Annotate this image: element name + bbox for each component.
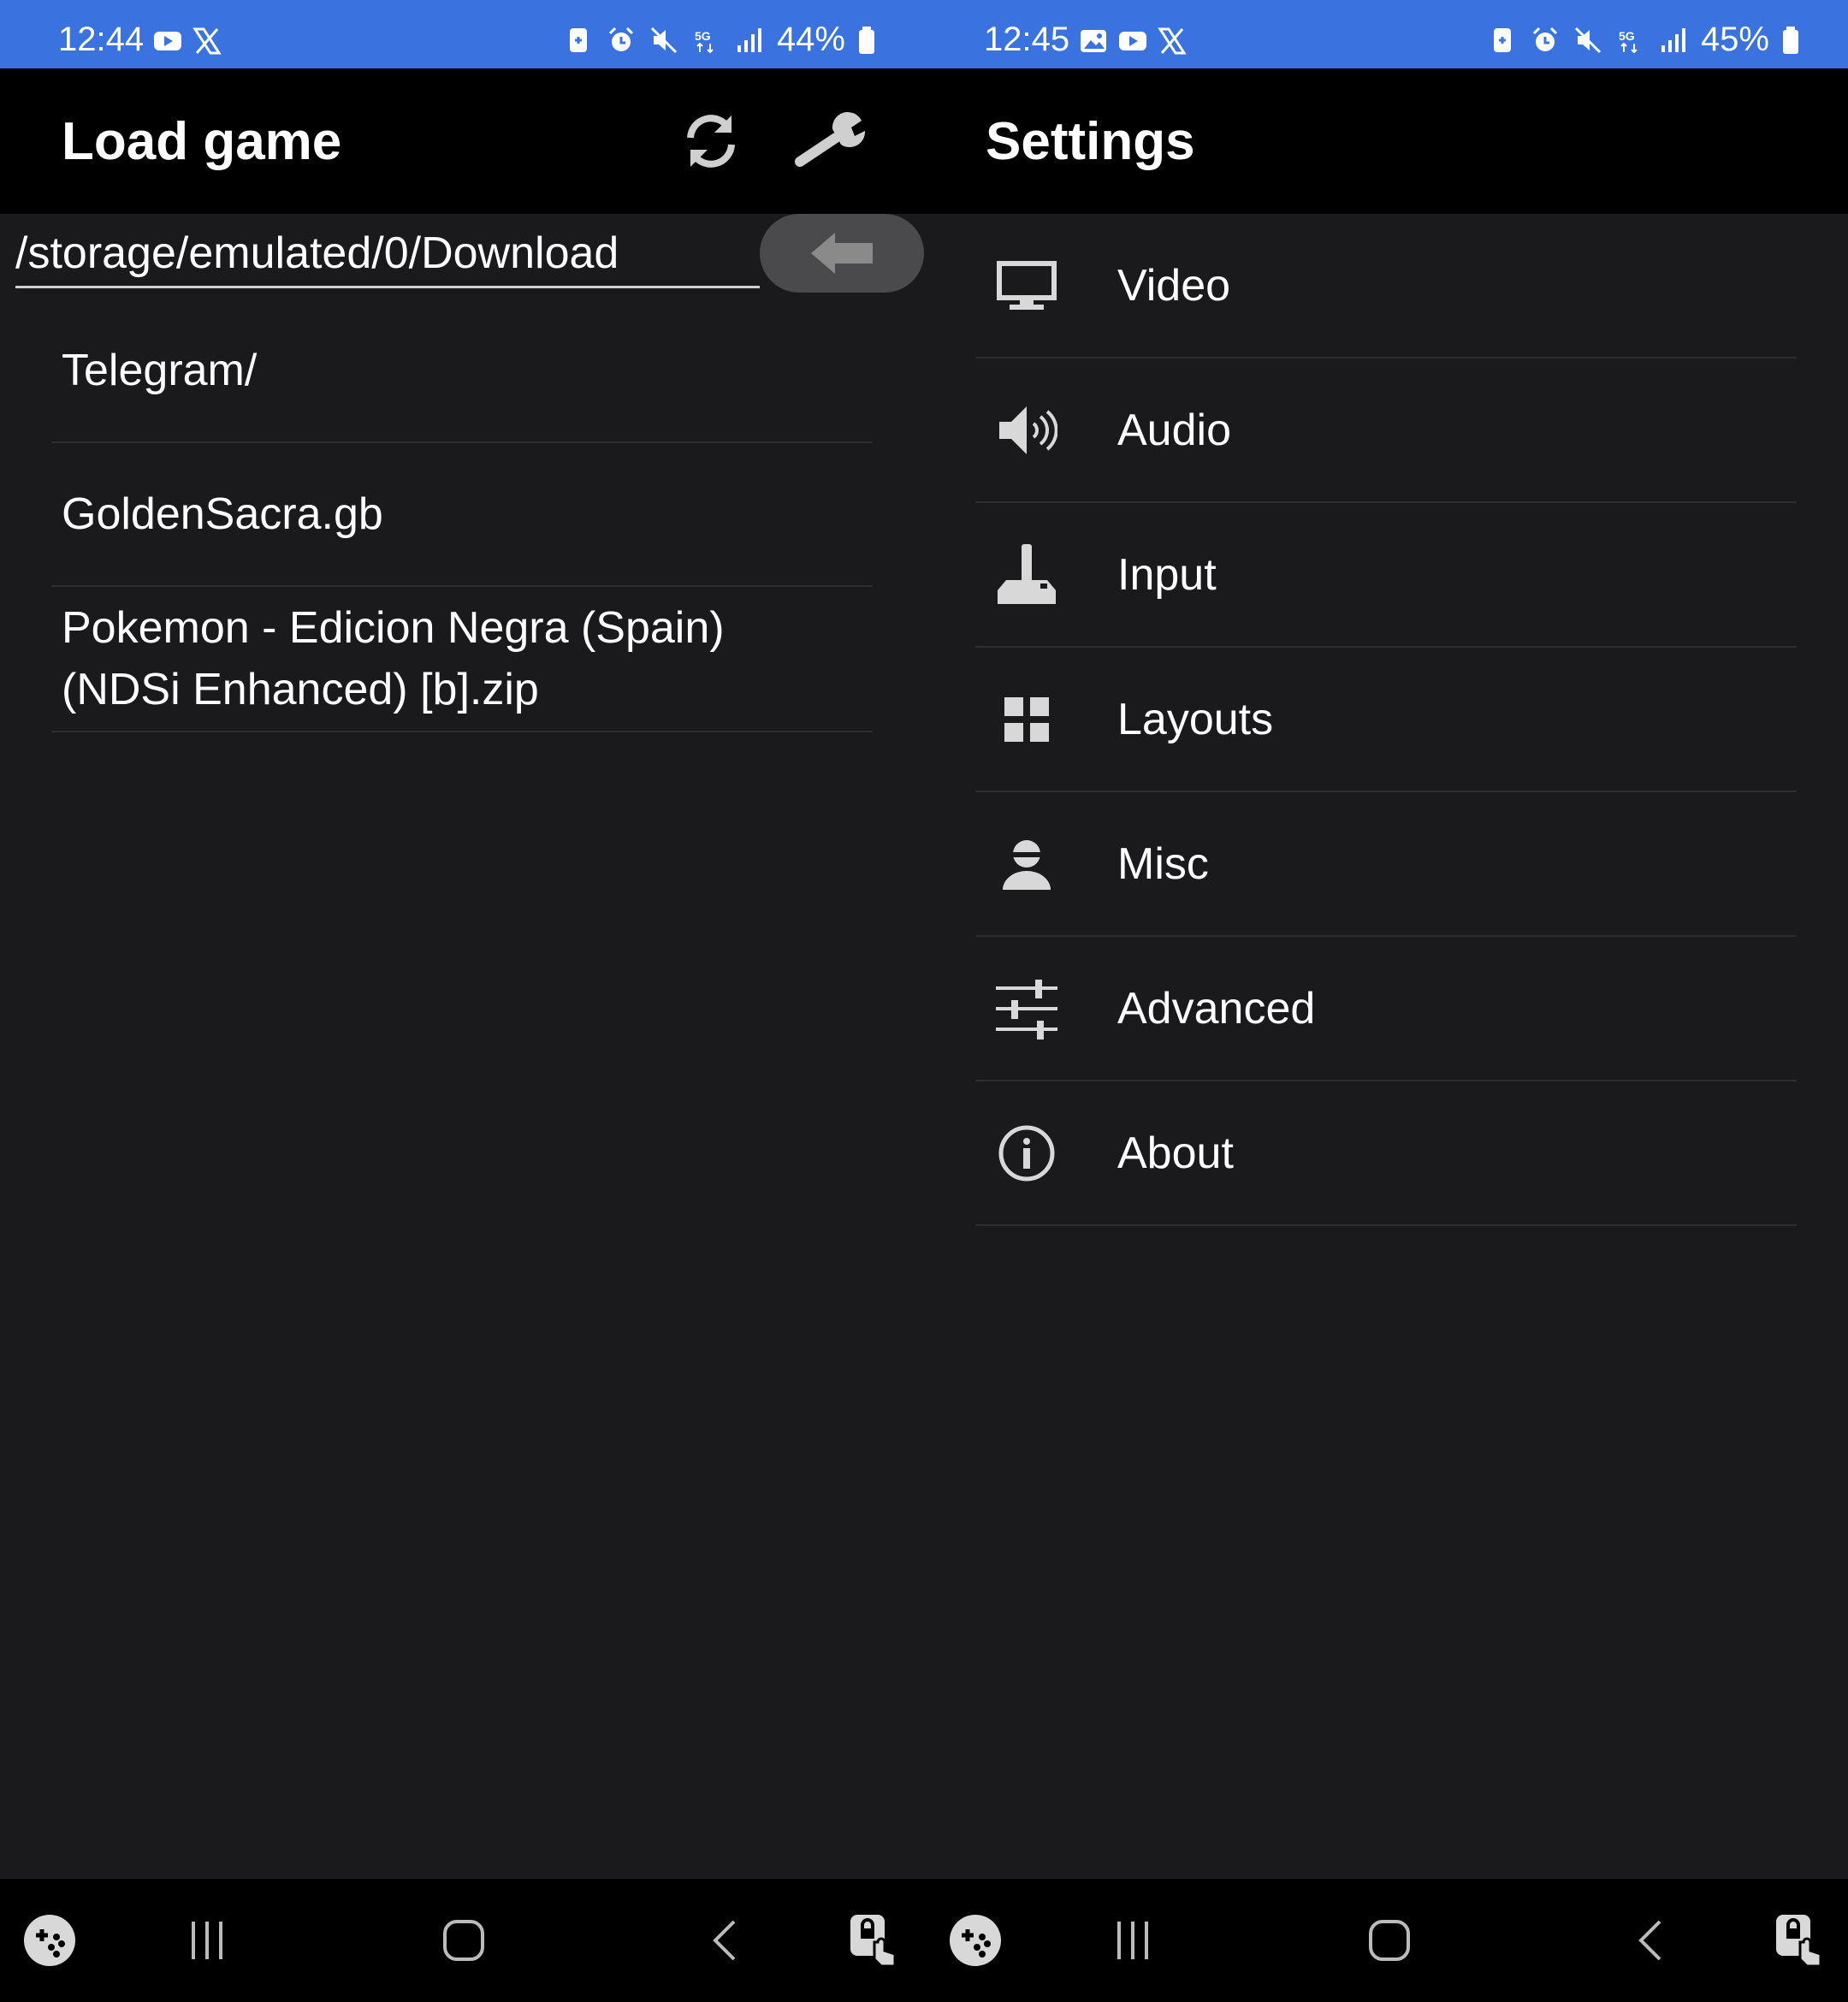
monitor-icon [992,252,1061,320]
settings-item-advanced[interactable]: Advanced [975,937,1797,1081]
sliders-icon [992,974,1061,1043]
back-chevron-icon [713,1920,736,1961]
home-button[interactable] [1359,1910,1420,1971]
list-item[interactable]: Telegram/ [51,299,873,443]
gamepad-icon [950,1915,1001,1966]
battery-saver-icon [569,27,587,52]
home-icon [1369,1920,1410,1961]
status-bar: 12:44 5G 44% [0,0,924,68]
page-title: Load game [62,112,342,171]
battery-icon [859,26,874,54]
youtube-icon [1119,32,1146,50]
navigation-bar [0,1879,924,2002]
settings-item-misc[interactable]: Misc [975,792,1797,937]
game-tools-button[interactable] [945,1910,1006,1971]
file-name: Pokemon - Edicion Negra (Spain) (NDSi En… [62,603,725,714]
file-name: GoldenSacra.gb [62,489,383,539]
mute-icon [1574,27,1601,53]
settings-item-label: Advanced [1117,983,1316,1034]
settings-item-video[interactable]: Video [975,214,1797,358]
svg-text:5G: 5G [1619,29,1635,43]
settings-item-about[interactable]: About [975,1081,1797,1226]
wrench-icon [795,112,866,167]
path-row [0,214,924,299]
path-input[interactable] [15,221,760,288]
load-game-screen: 12:44 5G 44% Load game /storage/emulated… [0,0,924,2002]
youtube-icon [154,32,181,50]
app-bar: Settings [924,68,1848,214]
home-icon [443,1920,484,1961]
touch-lock-icon [850,1915,897,1968]
app-bar: Load game [0,68,924,214]
5g-icon: 5G [1619,29,1638,53]
parent-directory-button[interactable] [760,214,924,293]
navigation-bar [924,1879,1848,2002]
refresh-icon [687,115,735,168]
page-title: Settings [986,112,1195,171]
battery-saver-icon [1493,27,1511,52]
battery-percent: 44% [776,21,845,58]
signal-icon [737,27,761,52]
5g-icon: 5G [695,29,714,53]
recents-icon [1117,1922,1148,1959]
settings-item-label: About [1117,1128,1234,1178]
settings-wrench-button[interactable] [792,103,869,180]
touch-lock-button[interactable] [1768,1910,1829,1971]
settings-item-label: Audio [1117,405,1231,455]
gamepad-icon [24,1915,75,1966]
notification-icons [152,26,222,56]
alarm-icon [608,27,633,51]
touch-lock-icon [1776,1915,1822,1968]
settings-item-label: Layouts [1117,694,1274,744]
notification-icons [1078,26,1188,56]
arrow-left-icon [811,233,873,274]
back-button[interactable] [695,1910,756,1971]
signal-icon [1661,27,1685,52]
joystick-icon [992,541,1061,609]
home-button[interactable] [433,1910,495,1971]
alarm-icon [1532,27,1557,51]
status-indicators: 5G 44% [563,21,876,59]
recents-icon [192,1922,222,1959]
settings-item-label: Input [1117,549,1217,600]
settings-list: Video Audio Input Layouts Misc Advanced … [924,214,1848,1226]
settings-item-label: Misc [1117,838,1209,889]
svg-text:5G: 5G [695,29,711,43]
settings-item-label: Video [1117,260,1231,311]
grid-icon [992,685,1061,754]
battery-percent: 45% [1700,21,1769,58]
settings-screen: 12:45 5G 45% Settings Video Audio Input … [924,0,1848,2002]
back-button[interactable] [1620,1910,1682,1971]
x-icon [192,27,222,55]
settings-item-layouts[interactable]: Layouts [975,648,1797,792]
settings-item-audio[interactable]: Audio [975,358,1797,503]
refresh-button[interactable] [672,103,749,180]
recent-apps-button[interactable] [176,1910,238,1971]
status-time: 12:44 [58,21,145,58]
status-time: 12:45 [984,21,1070,58]
battery-icon [1783,26,1798,54]
settings-item-input[interactable]: Input [975,503,1797,648]
back-chevron-icon [1638,1920,1661,1961]
list-item[interactable]: GoldenSacra.gb [51,443,873,587]
file-list: Telegram/ GoldenSacra.gb Pokemon - Edici… [0,299,924,732]
info-icon [992,1119,1061,1188]
list-item[interactable]: Pokemon - Edicion Negra (Spain) (NDSi En… [51,587,873,732]
gallery-icon [1081,30,1106,52]
recent-apps-button[interactable] [1102,1910,1164,1971]
game-tools-button[interactable] [19,1910,80,1971]
file-name: Telegram/ [62,346,258,395]
status-indicators: 5G 45% [1487,21,1800,59]
mute-icon [650,27,677,53]
touch-lock-button[interactable] [842,1910,903,1971]
status-bar: 12:45 5G 45% [924,0,1848,68]
person-icon [992,830,1061,898]
x-icon [1158,27,1187,55]
speaker-icon [992,396,1061,465]
